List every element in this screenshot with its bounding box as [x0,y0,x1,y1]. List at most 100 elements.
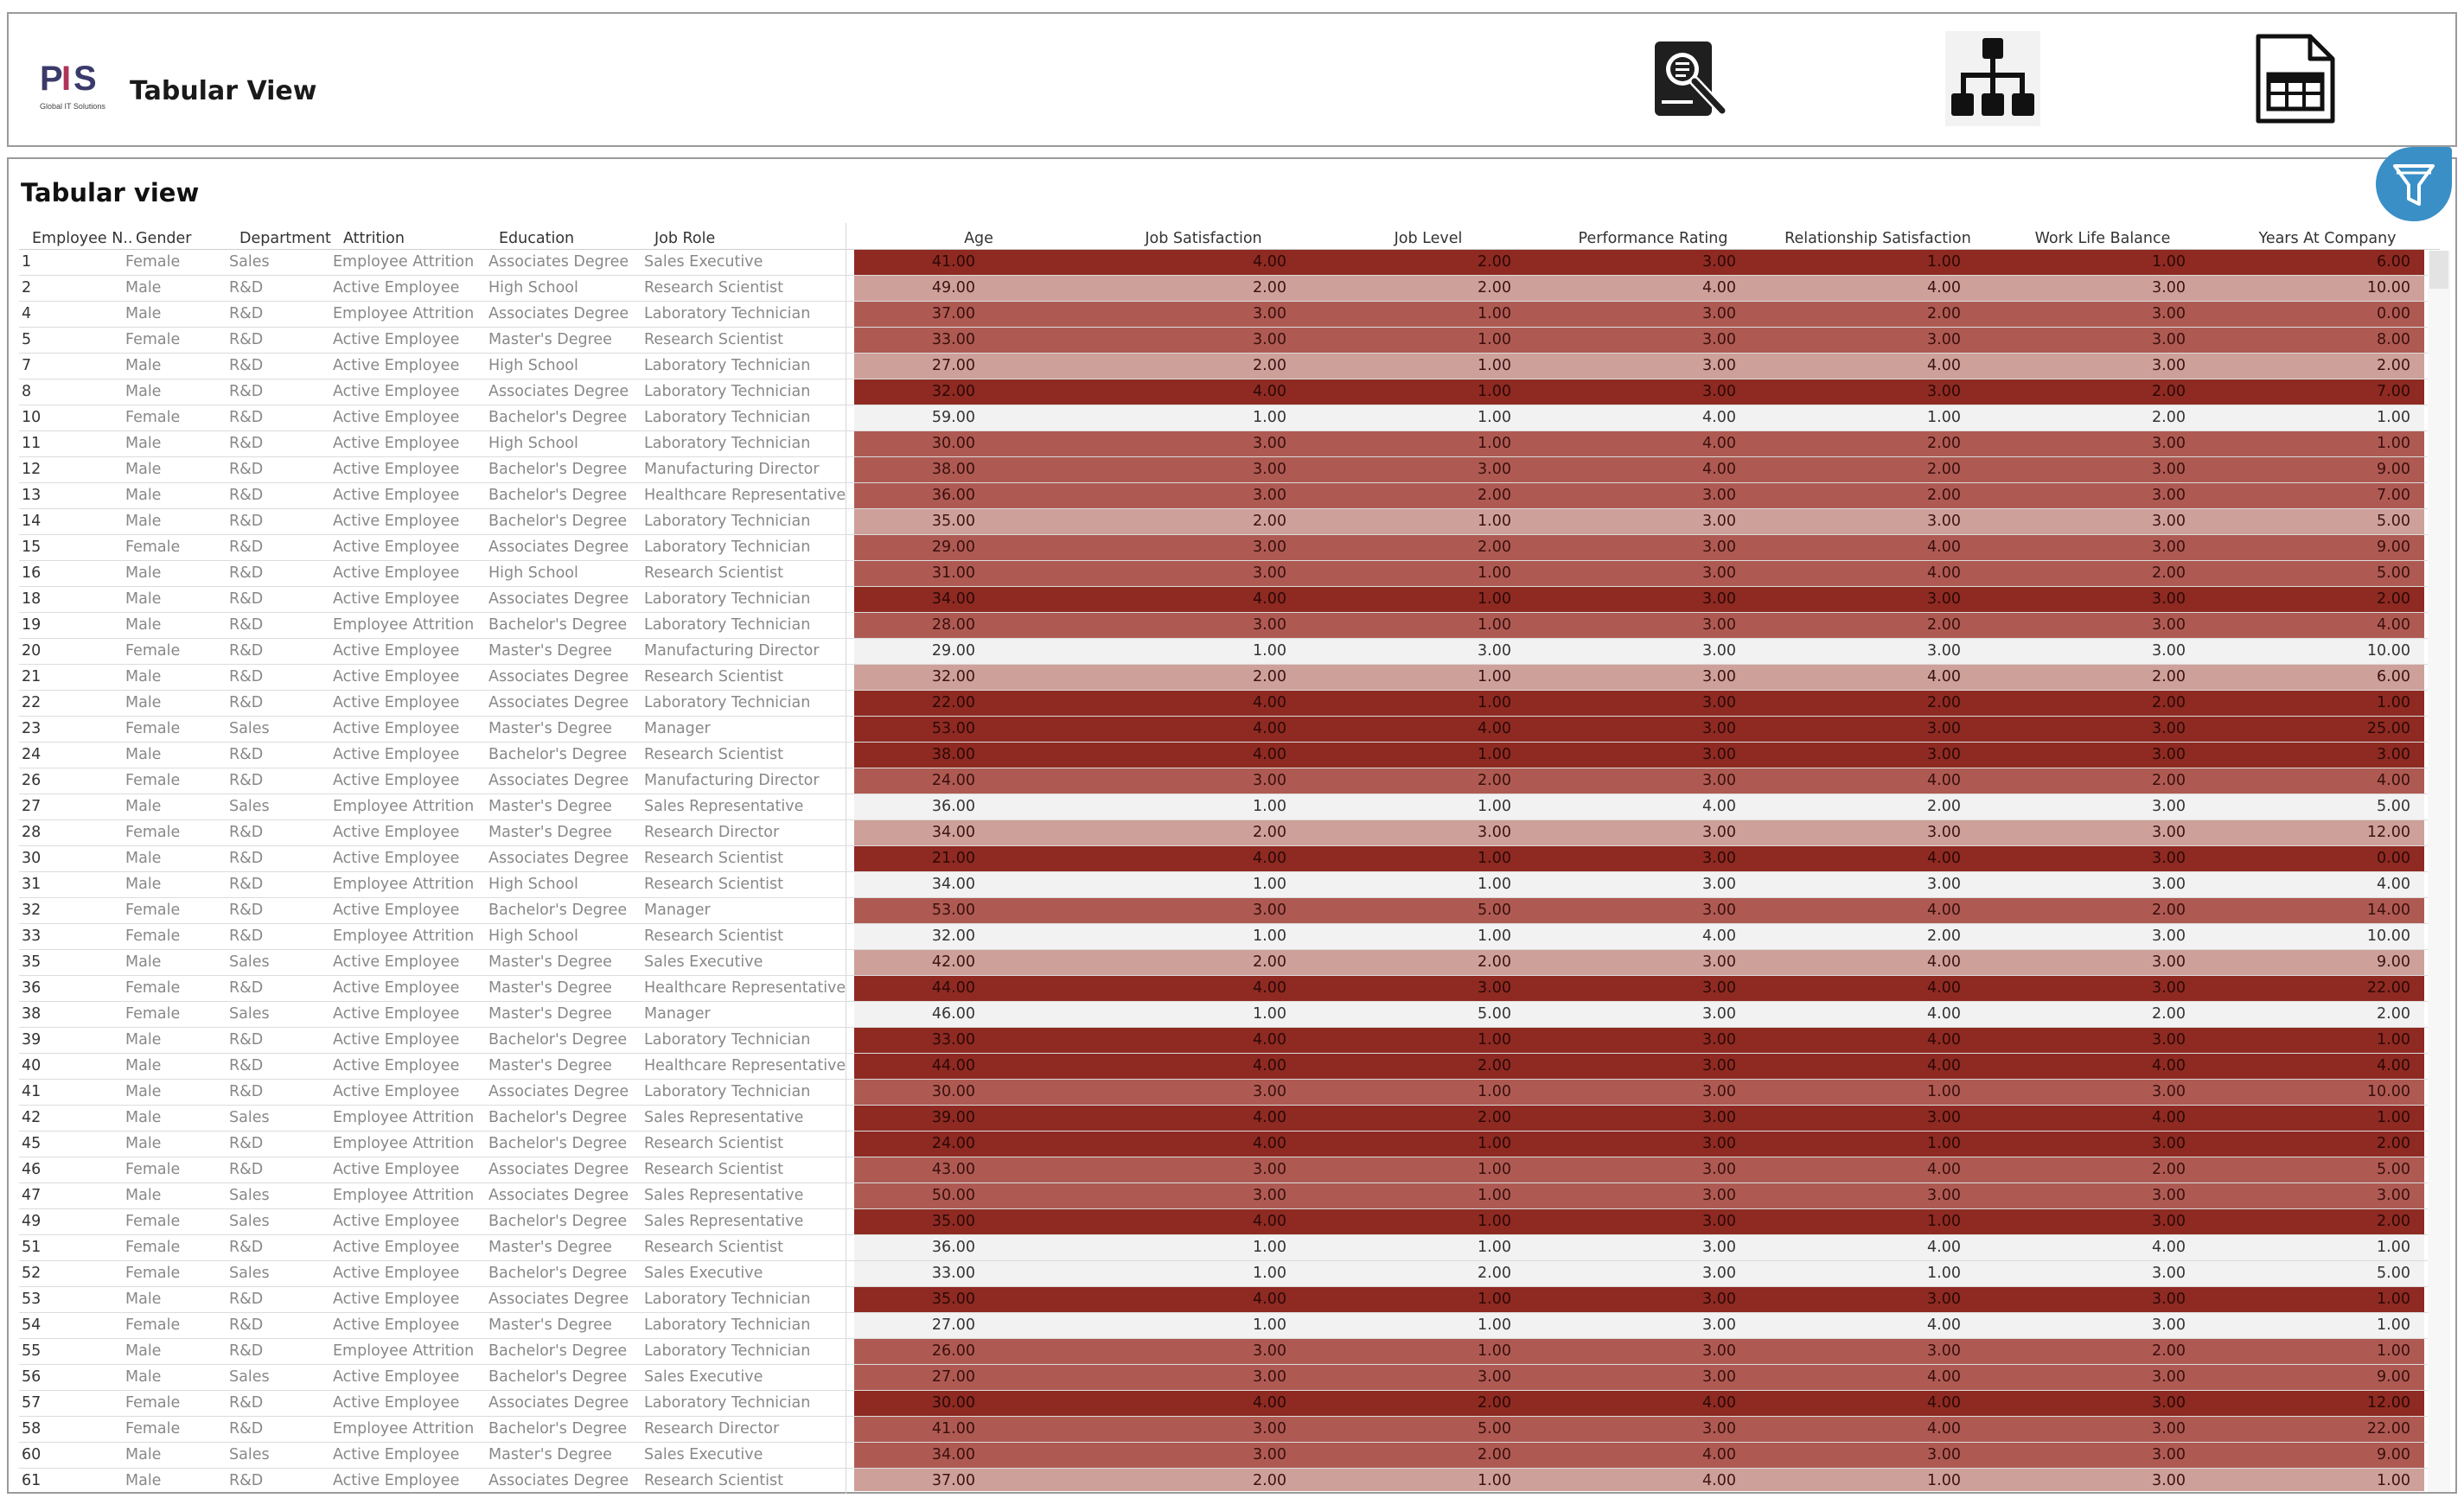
cell-age: 32.00 [931,383,975,400]
table-row[interactable]: 32 Female R&D Active Employee Bachelor's Deg… [19,898,2440,924]
col-header-age[interactable]: Age [944,230,1013,247]
table-row[interactable]: 15 Female R&D Active Employee Associates Deg… [19,535,2440,561]
table-row[interactable]: 19 Male R&D Employee Attrition Bachelor's De… [19,613,2440,639]
table-row[interactable]: 60 Male Sales Active Employee Master's Degre… [19,1443,2440,1469]
table-row[interactable]: 42 Male Sales Employee Attrition Bachelor's … [19,1106,2440,1131]
table-row[interactable]: 47 Male Sales Employee Attrition Associates … [19,1183,2440,1209]
cell-relationship-satisfaction: 3.00 [1927,720,1961,737]
table-row[interactable]: 27 Male Sales Employee Attrition Master's De… [19,794,2440,820]
table-row[interactable]: 35 Male Sales Active Employee Master's Degre… [19,950,2440,976]
cell-department: Sales [229,798,270,815]
cell-work-life-balance: 4.00 [2152,1057,2186,1074]
table-row[interactable]: 4 Male R&D Employee Attrition Associates Deg… [19,302,2440,328]
table-row[interactable]: 58 Female R&D Employee Attrition Bachelor's … [19,1417,2440,1443]
cell-age: 37.00 [931,1472,975,1489]
table-row[interactable]: 26 Female R&D Active Employee Associates Deg… [19,768,2440,794]
table-row[interactable]: 46 Female R&D Active Employee Associates Deg… [19,1157,2440,1183]
table-sheet-icon[interactable] [2248,31,2343,126]
cell-work-life-balance: 3.00 [2152,1368,2186,1386]
cell-relationship-satisfaction: 1.00 [1927,1472,1961,1489]
col-header-years-at-company[interactable]: Years At Company [2215,230,2440,247]
table-row[interactable]: 8 Male R&D Active Employee Associates Degree… [19,379,2440,405]
table-row[interactable]: 14 Male R&D Active Employee Bachelor's Degre… [19,509,2440,535]
table-row[interactable]: 56 Male Sales Active Employee Bachelor's Deg… [19,1365,2440,1391]
filter-button[interactable] [2376,147,2452,221]
table-row[interactable]: 30 Male R&D Active Employee Associates Degre… [19,846,2440,872]
col-header-relationship-satisfaction[interactable]: Relationship Satisfaction [1765,230,1990,247]
col-header-gender[interactable]: Gender [136,230,192,247]
table-row[interactable]: 36 Female R&D Active Employee Master's Degre… [19,976,2440,1002]
cell-performance-rating: 3.00 [1702,772,1736,789]
cell-job-role: Laboratory Technician [644,694,811,711]
measure-cells: 30.00 3.00 1.00 3.00 1.00 3.00 10.00 [854,1080,2424,1105]
table-row[interactable]: 38 Female Sales Active Employee Master's Deg… [19,1002,2440,1028]
cell-employee-number: 22 [22,694,41,711]
table-row[interactable]: 11 Male R&D Active Employee High School Labor… [19,431,2440,457]
cell-education: Bachelor's Degree [488,461,628,478]
scrollbar-thumb[interactable] [2429,251,2448,289]
table-row[interactable]: 41 Male R&D Active Employee Associates Degre… [19,1080,2440,1106]
table-row[interactable]: 18 Male R&D Active Employee Associates Degre… [19,587,2440,613]
table-row[interactable]: 28 Female R&D Active Employee Master's Degre… [19,820,2440,846]
table-row[interactable]: 55 Male R&D Employee Attrition Bachelor's De… [19,1339,2440,1365]
col-header-performance-rating[interactable]: Performance Rating [1541,230,1765,247]
cell-job-satisfaction: 1.00 [1253,1239,1286,1256]
cell-department: R&D [229,1057,264,1074]
table-row[interactable]: 7 Male R&D Active Employee High School Labora… [19,354,2440,379]
search-report-icon[interactable] [1643,31,1738,126]
table-row[interactable]: 53 Male R&D Active Employee Associates Degre… [19,1287,2440,1313]
table-row[interactable]: 13 Male R&D Active Employee Bachelor's Degre… [19,483,2440,509]
table-row[interactable]: 40 Male R&D Active Employee Master's Degree H… [19,1054,2440,1080]
col-header-attrition[interactable]: Attrition [343,230,405,247]
table-row[interactable]: 54 Female R&D Active Employee Master's Degre… [19,1313,2440,1339]
cell-education: Bachelor's Degree [488,513,628,530]
table-row[interactable]: 57 Female R&D Active Employee Associates Deg… [19,1391,2440,1417]
cell-age: 39.00 [931,1109,975,1126]
cell-education: Bachelor's Degree [488,616,628,634]
cell-attrition: Employee Attrition [333,1187,475,1204]
table-row[interactable]: 52 Female Sales Active Employee Bachelor's D… [19,1261,2440,1287]
cell-performance-rating: 4.00 [1702,1472,1736,1489]
table-row[interactable]: 22 Male R&D Active Employee Associates Degre… [19,691,2440,717]
table-row[interactable]: 2 Male R&D Active Employee High School Resear… [19,276,2440,302]
logo-letter-s: S [73,60,97,98]
measure-cells: 38.00 4.00 1.00 3.00 3.00 3.00 3.00 [854,743,2424,768]
vertical-scrollbar[interactable] [2428,251,2450,1492]
cell-department: R&D [229,331,264,348]
table-row[interactable]: 21 Male R&D Active Employee Associates Degre… [19,665,2440,691]
table-row[interactable]: 24 Male R&D Active Employee Bachelor's Degre… [19,743,2440,768]
table-row[interactable]: 1 Female Sales Employee Attrition Associates… [19,250,2440,276]
table-row[interactable]: 10 Female R&D Active Employee Bachelor's Deg… [19,405,2440,431]
col-header-job-level[interactable]: Job Level [1316,230,1541,247]
cell-performance-rating: 3.00 [1702,953,1736,971]
table-row[interactable]: 23 Female Sales Active Employee Master's Deg… [19,717,2440,743]
col-header-education[interactable]: Education [499,230,574,247]
table-row[interactable]: 39 Male R&D Active Employee Bachelor's Degre… [19,1028,2440,1054]
col-header-job-satisfaction[interactable]: Job Satisfaction [1091,230,1316,247]
table-row[interactable]: 45 Male R&D Employee Attrition Bachelor's De… [19,1131,2440,1157]
table-row[interactable]: 31 Male R&D Employee Attrition High School Re… [19,872,2440,898]
cell-employee-number: 32 [22,902,41,919]
cell-job-level: 4.00 [1478,720,1511,737]
col-header-department[interactable]: Department [239,230,331,247]
col-header-employee-number[interactable]: Employee N.. [32,230,132,247]
cell-job-satisfaction: 2.00 [1253,953,1286,971]
cell-gender: Female [125,927,181,945]
table-row[interactable]: 51 Female R&D Active Employee Master's Degre… [19,1235,2440,1261]
cell-years-at-company: 10.00 [2366,1083,2410,1100]
table-row[interactable]: 20 Female R&D Active Employee Master's Degre… [19,639,2440,665]
table-row[interactable]: 49 Female Sales Active Employee Bachelor's D… [19,1209,2440,1235]
cell-job-satisfaction: 3.00 [1253,305,1286,322]
table-row[interactable]: 5 Female R&D Active Employee Master's Degree… [19,328,2440,354]
table-row[interactable]: 12 Male R&D Active Employee Bachelor's Degre… [19,457,2440,483]
cell-job-role: Laboratory Technician [644,409,811,426]
cell-education: Associates Degree [488,1291,629,1308]
cell-work-life-balance: 2.00 [2152,694,2186,711]
hierarchy-icon[interactable] [1945,31,2040,126]
cell-employee-number: 2 [22,279,32,296]
table-row[interactable]: 61 Male R&D Active Employee Associates Degre… [19,1469,2440,1491]
col-header-work-life-balance[interactable]: Work Life Balance [1990,230,2215,247]
col-header-job-role[interactable]: Job Role [654,230,715,247]
table-row[interactable]: 16 Male R&D Active Employee High School Resea… [19,561,2440,587]
table-row[interactable]: 33 Female R&D Employee Attrition High School… [19,924,2440,950]
